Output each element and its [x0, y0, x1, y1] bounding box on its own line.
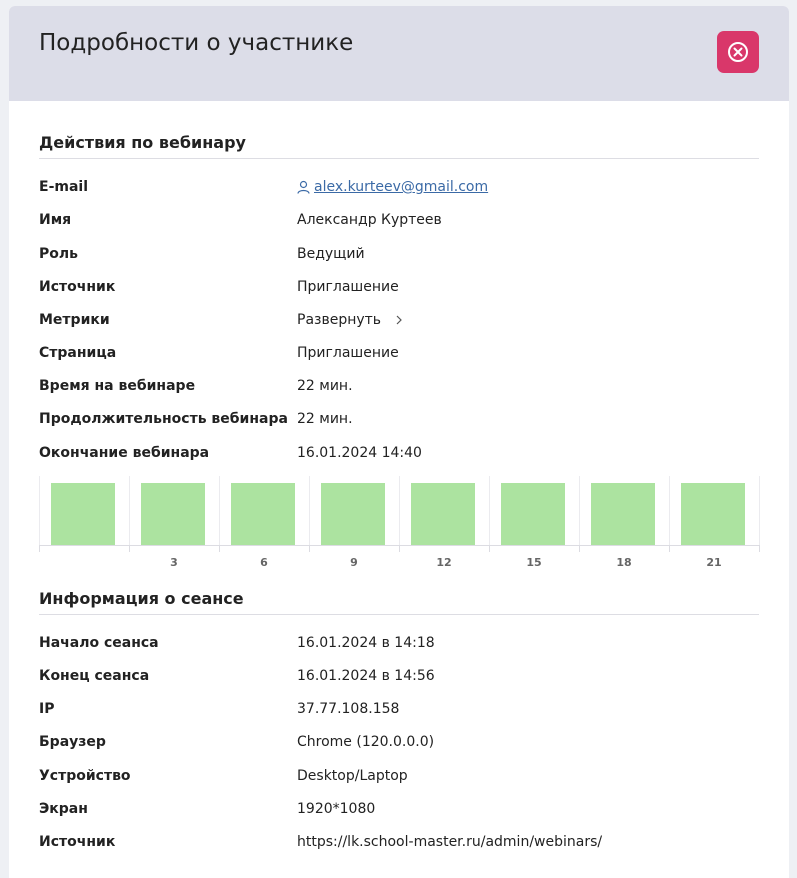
- row-label: Продолжительность вебинара: [39, 411, 288, 427]
- row-ip: IP 37.77.108.158: [39, 701, 759, 725]
- user-icon: [297, 180, 310, 194]
- row-value: Развернуть: [297, 312, 403, 328]
- row-session-start: Начало сеанса 16.01.2024 в 14:18: [39, 635, 759, 659]
- webinar-actions-title: Действия по вебинару: [39, 133, 246, 152]
- row-value: 16.01.2024 в 14:56: [297, 668, 435, 684]
- chart-bar: [501, 483, 565, 545]
- row-label: E-mail: [39, 179, 89, 195]
- row-browser: Браузер Chrome (120.0.0.0): [39, 734, 759, 758]
- chart-bar: [141, 483, 205, 545]
- modal-header: Подробности о участнике: [9, 6, 789, 101]
- close-circle-icon: [728, 42, 748, 62]
- chart-tick-label: 15: [526, 556, 541, 569]
- row-value: alex.kurteev@gmail.com: [297, 179, 488, 198]
- row-webinar-duration: Продолжительность вебинара 22 мин.: [39, 411, 759, 435]
- row-value: Приглашение: [297, 345, 399, 361]
- chart-tick-label: 12: [436, 556, 451, 569]
- row-label: Роль: [39, 246, 78, 262]
- row-session-source: Источник https://lk.school-master.ru/adm…: [39, 834, 759, 858]
- row-value: 16.01.2024 в 14:18: [297, 635, 435, 651]
- chart-bar: [321, 483, 385, 545]
- chart-tick-label: 21: [706, 556, 721, 569]
- row-label: IP: [39, 701, 55, 717]
- row-value: 37.77.108.158: [297, 701, 400, 717]
- row-value: Приглашение: [297, 279, 399, 295]
- row-label: Имя: [39, 212, 72, 228]
- row-label: Метрики: [39, 312, 110, 328]
- row-metrics: Метрики Развернуть: [39, 312, 759, 336]
- email-text: alex.kurteev@gmail.com: [314, 179, 489, 195]
- row-time-on-webinar: Время на вебинаре 22 мин.: [39, 378, 759, 402]
- row-webinar-end: Окончание вебинара 16.01.2024 14:40: [39, 445, 759, 469]
- modal-title: Подробности о участнике: [39, 30, 354, 56]
- row-label: Время на вебинаре: [39, 378, 196, 394]
- row-value: 16.01.2024 14:40: [297, 445, 422, 461]
- chart-bar: [411, 483, 475, 545]
- activity-chart-svg: 3 6 9 12 15 18 21: [39, 476, 760, 569]
- row-role: Роль Ведущий: [39, 246, 759, 270]
- row-value: Desktop/Laptop: [297, 768, 408, 784]
- row-value: 22 мин.: [297, 411, 353, 427]
- row-label: Окончание вебинара: [39, 445, 210, 461]
- row-label: Конец сеанса: [39, 668, 150, 684]
- row-name: Имя Александр Куртеев: [39, 212, 759, 236]
- row-label: Страница: [39, 345, 117, 361]
- row-device: Устройство Desktop/Laptop: [39, 768, 759, 792]
- row-label: Экран: [39, 801, 88, 817]
- expand-metrics-button[interactable]: Развернуть: [297, 312, 403, 328]
- session-info-title: Информация о сеансе: [39, 589, 244, 608]
- row-value: Ведущий: [297, 246, 365, 262]
- row-value: 1920*1080: [297, 801, 376, 817]
- chart-tick-label: 9: [350, 556, 358, 569]
- row-value: Александр Куртеев: [297, 212, 442, 228]
- row-label: Источник: [39, 834, 116, 850]
- row-label: Начало сеанса: [39, 635, 159, 651]
- divider: [39, 614, 759, 615]
- chart-bar: [51, 483, 115, 545]
- chart-bar: [681, 483, 745, 545]
- chart-bar: [591, 483, 655, 545]
- chart-bar: [231, 483, 295, 545]
- row-label: Источник: [39, 279, 116, 295]
- row-email: E-mail alex.kurteev@gmail.com: [39, 179, 759, 203]
- row-value: Chrome (120.0.0.0): [297, 734, 435, 750]
- row-value: https://lk.school-master.ru/admin/webina…: [297, 834, 603, 850]
- chart-tick-label: 3: [170, 556, 178, 569]
- divider: [39, 158, 759, 159]
- email-link[interactable]: alex.kurteev@gmail.com: [297, 179, 488, 195]
- chevron-right-icon: [396, 315, 402, 325]
- expand-label: Развернуть: [297, 312, 382, 328]
- row-screen: Экран 1920*1080: [39, 801, 759, 825]
- participant-details-modal: Подробности о участнике Действия по веби…: [9, 6, 789, 878]
- row-source: Источник Приглашение: [39, 279, 759, 303]
- close-button[interactable]: [717, 31, 759, 73]
- activity-chart: 3 6 9 12 15 18 21: [39, 476, 761, 572]
- row-label: Устройство: [39, 768, 131, 784]
- row-value: 22 мин.: [297, 378, 353, 394]
- chart-tick-label: 18: [616, 556, 631, 569]
- chart-tick-label: 6: [260, 556, 268, 569]
- row-session-end: Конец сеанса 16.01.2024 в 14:56: [39, 668, 759, 692]
- row-page: Страница Приглашение: [39, 345, 759, 369]
- row-label: Браузер: [39, 734, 106, 750]
